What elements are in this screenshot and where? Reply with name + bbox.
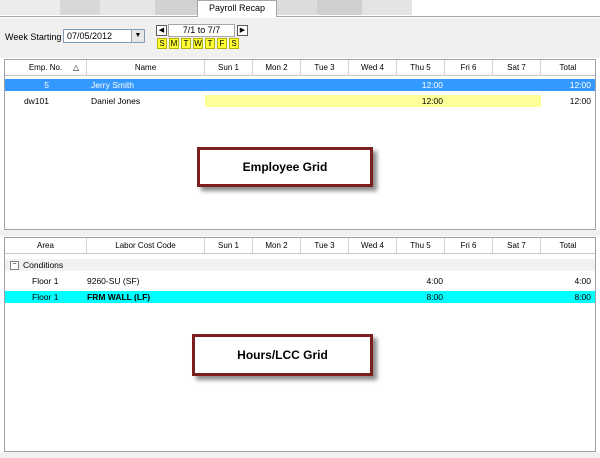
emp-no-cell: dw101 <box>23 96 49 106</box>
column-header-total[interactable]: Total <box>541 238 595 253</box>
week-date-value: 07/05/2012 <box>67 31 113 41</box>
week-range: 7/1 to 7/7 <box>168 24 235 37</box>
week-starting-label: Week Starting <box>5 32 62 42</box>
hours-grid-callout: Hours/LCC Grid <box>192 334 373 376</box>
week-date-picker[interactable]: 07/05/2012 ▼ <box>63 29 145 43</box>
area-cell: Floor 1 <box>32 292 59 302</box>
thu-cell: 8:00 <box>426 292 443 302</box>
hours-lcc-grid[interactable]: Area Labor Cost Code Sun 1 Mon 2 Tue 3 W… <box>4 237 596 452</box>
tab-blurred[interactable] <box>0 0 60 15</box>
tab-blurred[interactable] <box>362 0 412 15</box>
column-header-total[interactable]: Total <box>541 60 595 75</box>
tab-strip-filler <box>412 0 600 15</box>
column-header-labor-cost-code[interactable]: Labor Cost Code <box>87 238 205 253</box>
chevron-left-icon[interactable]: ◀ <box>156 25 167 36</box>
grid-splitter[interactable] <box>0 230 600 236</box>
table-row[interactable]: 5 Jerry Smith 12:00 12:00 <box>5 79 595 91</box>
labor-cost-code-cell: 9260-SU (SF) <box>87 276 140 286</box>
tab-blurred[interactable] <box>100 0 155 15</box>
day-toggle-fri[interactable]: F <box>217 38 227 49</box>
total-cell: 4:00 <box>574 276 591 286</box>
day-toggle-mon[interactable]: M <box>169 38 179 49</box>
column-header-name[interactable]: Name <box>87 60 205 75</box>
column-header-mon[interactable]: Mon 2 <box>253 238 301 253</box>
chevron-down-icon[interactable]: ▼ <box>131 30 144 42</box>
column-header-wed[interactable]: Wed 4 <box>349 238 397 253</box>
tab-blurred[interactable] <box>277 0 317 15</box>
total-cell: 12:00 <box>569 80 591 90</box>
day-toggle-tue[interactable]: T <box>181 38 191 49</box>
column-header-tue[interactable]: Tue 3 <box>301 60 349 75</box>
column-header-emp-no[interactable]: Emp. No. △ <box>5 60 87 75</box>
day-toggle-sun[interactable]: S <box>157 38 167 49</box>
day-highlight <box>205 95 541 107</box>
column-label: Emp. No. <box>28 63 63 72</box>
area-cell: Floor 1 <box>32 276 59 286</box>
labor-cost-code-cell: FRM WALL (LF) <box>87 292 151 302</box>
emp-no-cell: 5 <box>44 80 49 90</box>
day-toggle-thu[interactable]: T <box>205 38 215 49</box>
total-cell: 8:00 <box>574 292 591 302</box>
thu-cell: 12:00 <box>421 96 443 106</box>
table-row[interactable]: Floor 1 9260-SU (SF) 4:00 4:00 <box>5 275 595 287</box>
hours-grid-header: Area Labor Cost Code Sun 1 Mon 2 Tue 3 W… <box>5 238 595 254</box>
total-cell: 12:00 <box>569 96 591 106</box>
employee-grid-header: Emp. No. △ Name Sun 1 Mon 2 Tue 3 Wed 4 … <box>5 60 595 76</box>
employee-grid-callout: Employee Grid <box>197 147 373 187</box>
group-row[interactable]: − Conditions <box>5 259 595 271</box>
status-strip <box>0 452 600 458</box>
toolbar: Week Starting 07/05/2012 ▼ ◀ 7/1 to 7/7 … <box>0 18 600 58</box>
column-header-sun[interactable]: Sun 1 <box>205 238 253 253</box>
column-header-sun[interactable]: Sun 1 <box>205 60 253 75</box>
column-header-mon[interactable]: Mon 2 <box>253 60 301 75</box>
column-header-sat[interactable]: Sat 7 <box>493 60 541 75</box>
collapse-icon[interactable]: − <box>10 261 19 270</box>
employee-grid[interactable]: Emp. No. △ Name Sun 1 Mon 2 Tue 3 Wed 4 … <box>4 59 596 230</box>
day-toggle-wed[interactable]: W <box>193 38 203 49</box>
table-row[interactable]: dw101 Daniel Jones 12:00 12:00 <box>5 95 595 107</box>
group-label: Conditions <box>23 260 64 270</box>
column-header-area[interactable]: Area <box>5 238 87 253</box>
tab-strip: Payroll Recap <box>0 0 600 17</box>
tab-divider <box>0 16 600 17</box>
column-header-thu[interactable]: Thu 5 <box>397 238 445 253</box>
thu-cell: 12:00 <box>421 80 443 90</box>
tab-blurred[interactable] <box>155 0 197 15</box>
column-header-thu[interactable]: Thu 5 <box>397 60 445 75</box>
column-header-fri[interactable]: Fri 6 <box>445 238 493 253</box>
column-header-fri[interactable]: Fri 6 <box>445 60 493 75</box>
name-cell: Daniel Jones <box>91 96 141 106</box>
chevron-right-icon[interactable]: ▶ <box>237 25 248 36</box>
tab-blurred[interactable] <box>60 0 100 15</box>
name-cell: Jerry Smith <box>91 80 134 90</box>
tab-blurred[interactable] <box>317 0 362 15</box>
column-header-sat[interactable]: Sat 7 <box>493 238 541 253</box>
table-row[interactable]: Floor 1 FRM WALL (LF) 8:00 8:00 <box>5 291 595 303</box>
column-header-wed[interactable]: Wed 4 <box>349 60 397 75</box>
sort-ascending-icon: △ <box>73 63 80 72</box>
thu-cell: 4:00 <box>426 276 443 286</box>
day-toggle-sat[interactable]: S <box>229 38 239 49</box>
column-header-tue[interactable]: Tue 3 <box>301 238 349 253</box>
tab-payroll-recap[interactable]: Payroll Recap <box>197 0 277 17</box>
